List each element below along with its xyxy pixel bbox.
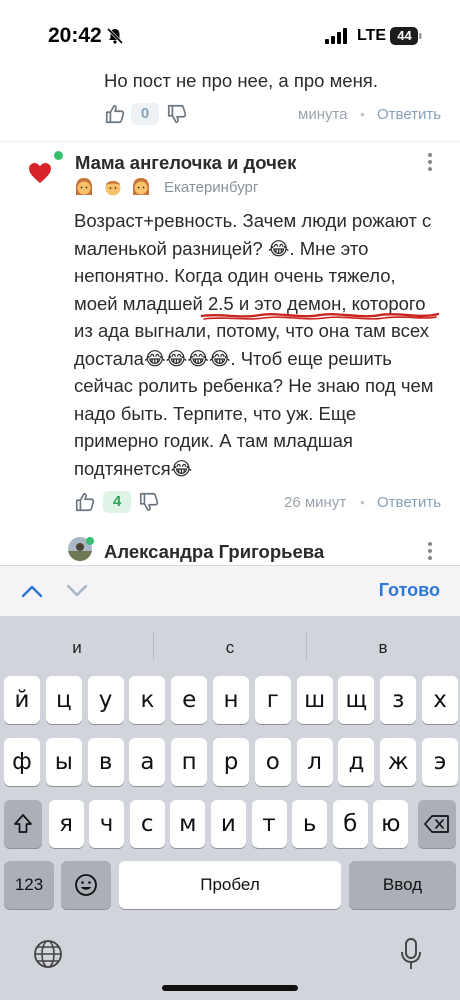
status-time: 20:42 bbox=[48, 24, 102, 47]
suggestion-2[interactable]: с bbox=[155, 638, 305, 658]
key-letter[interactable]: б bbox=[332, 800, 368, 848]
more-options-icon[interactable] bbox=[428, 542, 434, 563]
key-letter[interactable]: л bbox=[296, 738, 333, 786]
key-letter[interactable]: м bbox=[170, 800, 206, 848]
key-letter[interactable]: с bbox=[129, 800, 165, 848]
key-letter[interactable]: з bbox=[380, 676, 417, 724]
separator-dot: • bbox=[360, 106, 365, 122]
microphone-icon[interactable] bbox=[400, 937, 422, 971]
backspace-icon bbox=[424, 815, 449, 833]
key-letter[interactable]: в bbox=[87, 738, 124, 786]
vote-count: 0 bbox=[131, 103, 159, 125]
key-letter[interactable]: щ bbox=[338, 676, 375, 724]
chevron-down-icon[interactable] bbox=[66, 584, 88, 598]
key-letter[interactable]: и bbox=[210, 800, 246, 848]
girl-emoji-icon bbox=[133, 178, 149, 195]
network-type: LTE bbox=[357, 27, 387, 44]
comment-text: Но пост не про нее, а про меня. bbox=[104, 70, 378, 91]
keyboard: и с в йцукенгшщзхфывапролджэячсмитьбю 12… bbox=[0, 616, 460, 1000]
heart-avatar-icon[interactable] bbox=[28, 162, 52, 184]
red-underline-scribble bbox=[200, 312, 440, 320]
home-indicator bbox=[162, 985, 298, 991]
comment-line: Возраст+ревность. Зачем люди рожают с bbox=[74, 210, 432, 231]
thumbs-down-icon[interactable] bbox=[166, 103, 188, 125]
key-letter[interactable]: к bbox=[129, 676, 166, 724]
space-key[interactable]: Пробел bbox=[119, 861, 341, 909]
comment-line: подтянется😂 bbox=[74, 457, 193, 479]
suggestion-1[interactable]: и bbox=[2, 638, 152, 658]
boy-emoji-icon bbox=[105, 180, 121, 196]
separator-dot: • bbox=[360, 494, 365, 510]
key-letter[interactable]: ы bbox=[45, 738, 82, 786]
thumbs-up-icon[interactable] bbox=[104, 103, 126, 125]
key-letter[interactable]: д bbox=[338, 738, 375, 786]
author-name[interactable]: Александра Григорьева bbox=[104, 541, 324, 563]
comment-time: 26 минут bbox=[284, 494, 347, 511]
key-letter[interactable]: г bbox=[254, 676, 291, 724]
vote-count: 4 bbox=[103, 491, 131, 513]
key-letter[interactable]: ф bbox=[4, 738, 40, 786]
online-indicator bbox=[86, 537, 94, 545]
emoji-key[interactable] bbox=[61, 861, 111, 909]
keyboard-toolbar: Готово bbox=[0, 565, 460, 616]
chevron-up-icon[interactable] bbox=[21, 584, 43, 598]
battery-level: 44 bbox=[397, 28, 412, 43]
key-letter[interactable]: ш bbox=[296, 676, 333, 724]
key-letter[interactable]: ж bbox=[380, 738, 417, 786]
suggestion-divider bbox=[306, 632, 307, 660]
emoji-icon bbox=[75, 874, 97, 896]
bell-muted-icon bbox=[106, 27, 124, 45]
author-city: Екатеринбург bbox=[164, 179, 259, 196]
comment-time: минута bbox=[298, 106, 348, 123]
online-indicator bbox=[54, 151, 63, 160]
key-letter[interactable]: ч bbox=[89, 800, 125, 848]
return-key[interactable]: Ввод bbox=[349, 861, 456, 909]
key-letter[interactable]: е bbox=[171, 676, 208, 724]
more-options-icon[interactable] bbox=[428, 153, 434, 174]
numbers-key[interactable]: 123 bbox=[4, 861, 54, 909]
reply-link[interactable]: Ответить bbox=[377, 106, 441, 123]
backspace-key[interactable] bbox=[418, 800, 456, 848]
shift-key[interactable] bbox=[4, 800, 42, 848]
key-letter[interactable]: п bbox=[171, 738, 208, 786]
key-letter[interactable]: х bbox=[422, 676, 458, 724]
comment-line: надо быть. Терпите, что уж. Еще bbox=[74, 402, 357, 424]
key-letter[interactable]: я bbox=[48, 800, 84, 848]
signal-icon bbox=[325, 28, 347, 44]
comment-line: маленькой разницей? 😂. Мне это bbox=[74, 237, 369, 259]
key-letter[interactable]: ю bbox=[373, 800, 409, 848]
girl-emoji-icon bbox=[76, 178, 92, 195]
globe-icon[interactable] bbox=[33, 939, 63, 969]
suggestion-divider bbox=[153, 632, 154, 660]
key-letter[interactable]: р bbox=[213, 738, 249, 786]
shift-icon bbox=[14, 814, 32, 833]
key-letter[interactable]: э bbox=[422, 738, 458, 786]
key-letter[interactable]: ь bbox=[292, 800, 328, 848]
divider bbox=[0, 141, 460, 142]
suggestion-3[interactable]: в bbox=[308, 638, 458, 658]
key-letter[interactable]: о bbox=[254, 738, 291, 786]
thumbs-up-icon[interactable] bbox=[74, 491, 96, 513]
reply-link[interactable]: Ответить bbox=[377, 494, 441, 511]
key-letter[interactable]: ц bbox=[45, 676, 82, 724]
key-letter[interactable]: т bbox=[251, 800, 287, 848]
done-button[interactable]: Готово bbox=[379, 580, 440, 601]
thumbs-down-icon[interactable] bbox=[138, 491, 160, 513]
comment-line: непонятно. Когда один очень тяжело, bbox=[74, 265, 396, 286]
key-letter[interactable]: у bbox=[87, 676, 124, 724]
key-letter[interactable]: й bbox=[4, 676, 40, 724]
comment-line: сейчас ролить ребенка? Не знаю под чем bbox=[74, 375, 434, 396]
author-name[interactable]: Мама ангелочка и дочек bbox=[75, 152, 296, 174]
key-letter[interactable]: а bbox=[129, 738, 166, 786]
comment-line: достала😂😂😂😂. Чтоб еще решить bbox=[74, 347, 392, 369]
key-letter[interactable]: н bbox=[213, 676, 249, 724]
comment-line: примерно годик. А там младшая bbox=[74, 430, 353, 451]
status-bar: 20:42 LTE 44 bbox=[0, 0, 460, 70]
